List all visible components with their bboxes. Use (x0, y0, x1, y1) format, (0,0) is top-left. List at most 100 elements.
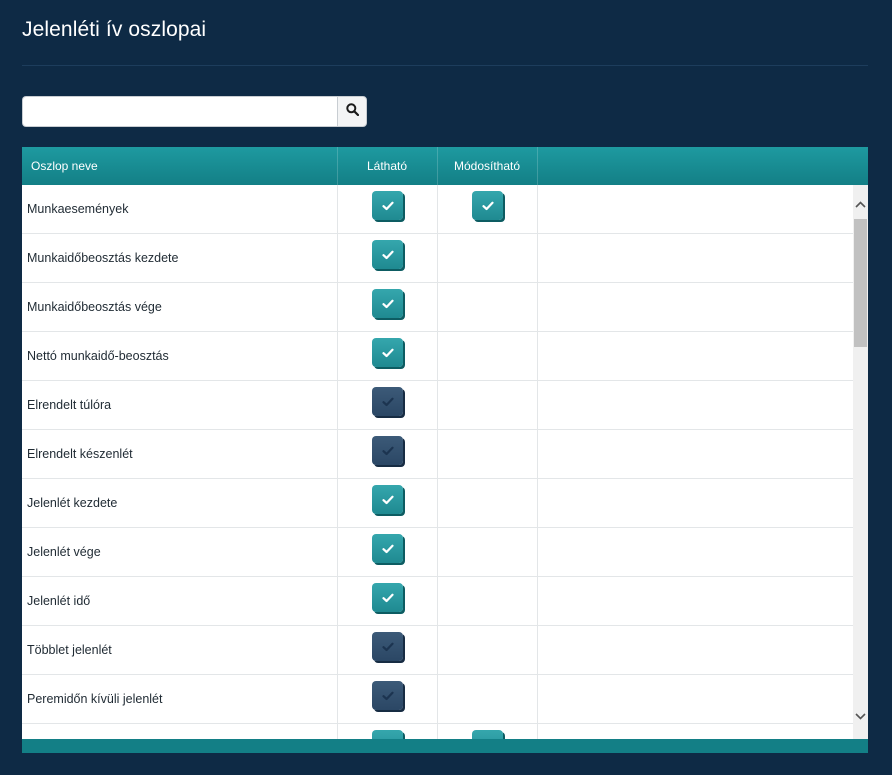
cell-separator (537, 577, 538, 626)
column-name-cell: Jelenlét idő (27, 594, 91, 608)
column-name-cell: Munkaidőbeosztás kezdete (27, 251, 179, 265)
check-icon (381, 642, 394, 652)
check-icon (381, 495, 394, 505)
visible-checkbox[interactable] (372, 730, 403, 739)
check-icon (381, 397, 394, 407)
grid-footer (22, 739, 868, 753)
cell-separator (337, 577, 338, 626)
cell-separator (337, 430, 338, 479)
cell-separator (537, 430, 538, 479)
column-header-editable[interactable]: Módosítható (437, 147, 537, 185)
scroll-up-button[interactable] (853, 195, 868, 212)
cell-separator (537, 675, 538, 724)
cell-separator (337, 626, 338, 675)
column-name-cell: Nettó munkaidő-beosztás (27, 349, 169, 363)
check-icon (381, 544, 394, 554)
column-name-cell: Munkaesemények (27, 202, 129, 216)
cell-separator (337, 332, 338, 381)
editable-checkbox[interactable] (472, 730, 503, 739)
column-name-cell: Munkaidőbeosztás vége (27, 300, 162, 314)
search-input[interactable] (22, 96, 338, 127)
cell-separator (537, 626, 538, 675)
scroll-down-button[interactable] (853, 707, 868, 724)
visible-checkbox[interactable] (372, 534, 403, 563)
table-row: Jelenlét vége (22, 528, 853, 577)
table-row (22, 724, 853, 739)
cell-separator (437, 626, 438, 675)
cell-separator (337, 185, 338, 234)
visible-checkbox[interactable] (372, 436, 403, 465)
table-row: Munkaesemények (22, 185, 853, 234)
table-row: Elrendelt készenlét (22, 430, 853, 479)
check-icon (381, 299, 394, 309)
cell-separator (337, 675, 338, 724)
visible-checkbox[interactable] (372, 338, 403, 367)
cell-separator (337, 234, 338, 283)
search-icon (345, 102, 359, 121)
grid-body: Munkaesemények Munkaidőbeosztás kezdete Mu… (22, 185, 853, 739)
table-row: Jelenlét kezdete (22, 479, 853, 528)
cell-separator (437, 577, 438, 626)
visible-checkbox[interactable] (372, 289, 403, 318)
cell-separator (437, 332, 438, 381)
cell-separator (337, 283, 338, 332)
cell-separator (537, 332, 538, 381)
title-divider (22, 65, 868, 66)
vertical-scrollbar[interactable] (853, 185, 868, 739)
grid-header: Oszlop neve Látható Módosítható (22, 147, 868, 185)
visible-checkbox[interactable] (372, 191, 403, 220)
cell-separator (337, 381, 338, 430)
visible-checkbox[interactable] (372, 387, 403, 416)
cell-separator (337, 724, 338, 739)
check-icon (381, 201, 394, 211)
column-header-name[interactable]: Oszlop neve (31, 147, 98, 185)
visible-checkbox[interactable] (372, 485, 403, 514)
cell-separator (537, 283, 538, 332)
cell-separator (437, 381, 438, 430)
column-header-visible[interactable]: Látható (337, 147, 437, 185)
check-icon (381, 348, 394, 358)
column-name-cell: Elrendelt készenlét (27, 447, 133, 461)
cell-separator (537, 479, 538, 528)
table-row: Elrendelt túlóra (22, 381, 853, 430)
search-bar (22, 96, 367, 127)
cell-separator (437, 283, 438, 332)
check-icon (381, 250, 394, 260)
chevron-up-icon (855, 195, 866, 213)
table-row: Többlet jelenlét (22, 626, 853, 675)
column-name-cell: Elrendelt túlóra (27, 398, 112, 412)
cell-separator (537, 381, 538, 430)
cell-separator (437, 430, 438, 479)
check-icon (381, 593, 394, 603)
visible-checkbox[interactable] (372, 632, 403, 661)
cell-separator (437, 185, 438, 234)
cell-separator (537, 234, 538, 283)
cell-separator (437, 234, 438, 283)
visible-checkbox[interactable] (372, 583, 403, 612)
scrollbar-thumb[interactable] (854, 219, 867, 347)
cell-separator (537, 185, 538, 234)
header-separator (537, 147, 538, 185)
cell-separator (537, 724, 538, 739)
search-button[interactable] (337, 96, 367, 127)
chevron-down-icon (855, 707, 866, 725)
cell-separator (337, 528, 338, 577)
column-name-cell: Peremidőn kívüli jelenlét (27, 692, 163, 706)
cell-separator (337, 479, 338, 528)
editable-checkbox[interactable] (472, 191, 503, 220)
check-icon (481, 201, 494, 211)
cell-separator (437, 675, 438, 724)
page-title: Jelenléti ív oszlopai (22, 18, 207, 41)
check-icon (381, 446, 394, 456)
columns-grid: Oszlop neve Látható Módosítható Munkaese… (22, 147, 868, 753)
column-name-cell: Jelenlét kezdete (27, 496, 118, 510)
check-icon (381, 691, 394, 701)
visible-checkbox[interactable] (372, 681, 403, 710)
column-name-cell: Jelenlét vége (27, 545, 101, 559)
cell-separator (537, 528, 538, 577)
table-row: Peremidőn kívüli jelenlét (22, 675, 853, 724)
column-name-cell: Többlet jelenlét (27, 643, 112, 657)
cell-separator (437, 724, 438, 739)
visible-checkbox[interactable] (372, 240, 403, 269)
table-row: Nettó munkaidő-beosztás (22, 332, 853, 381)
